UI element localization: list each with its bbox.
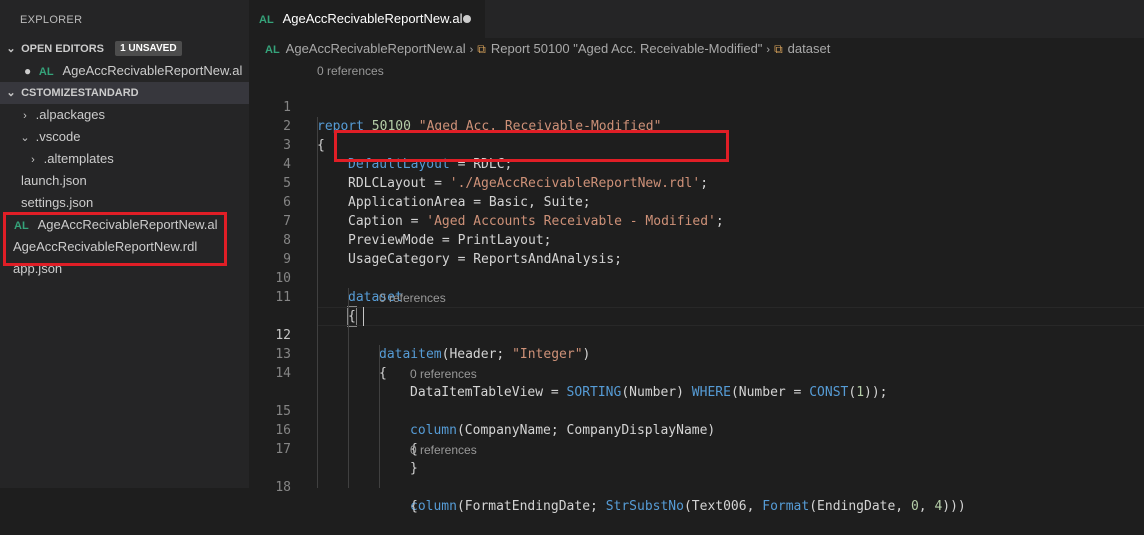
- code-line: 9: [249, 231, 1144, 267]
- code-text: column(FormatEndingDate; StrSubstNo(Text…: [410, 499, 966, 514]
- tab-label: AgeAccRecivableReportNew.al: [282, 11, 463, 26]
- open-editor-item[interactable]: ● AL AgeAccRecivableReportNew.al: [0, 60, 249, 82]
- workspace-label: CSTOMIZESTANDARD: [21, 87, 139, 99]
- code-line: 11 {: [249, 269, 1144, 327]
- code-line: 1 report 50100 "Aged Acc. Receivable-Mod…: [249, 79, 1144, 134]
- open-editors-label: OPEN EDITORS: [21, 43, 104, 55]
- indent-guide: [348, 288, 349, 488]
- tree-item-label: .altemplates: [43, 151, 114, 166]
- chevron-down-icon: ⌄: [6, 87, 16, 99]
- chevron-right-icon: ›: [766, 44, 771, 56]
- workspace-section[interactable]: ⌄ CSTOMIZESTANDARD: [0, 82, 249, 104]
- code-line: 8 UsageCategory = ReportsAndAnalysis;: [249, 212, 1144, 267]
- line-number: 17: [275, 442, 291, 457]
- structure-icon: ⧉: [477, 42, 486, 56]
- line-number: 11: [275, 290, 291, 305]
- explorer-sidebar: EXPLORER ⌄ OPEN EDITORS 1 UNSAVED ● AL A…: [0, 0, 249, 488]
- open-editor-filename: AgeAccRecivableReportNew.al: [62, 63, 243, 78]
- code-line: 10 dataset: [249, 250, 1144, 305]
- line-number: 14: [275, 366, 291, 381]
- structure-icon: ⧉: [774, 42, 783, 56]
- chevron-right-icon: ›: [23, 110, 27, 122]
- tree-item-label: .alpackages: [35, 107, 106, 122]
- tree-item-alpackages[interactable]: › .alpackages: [0, 104, 249, 126]
- breadcrumb-file[interactable]: AgeAccRecivableReportNew.al: [286, 41, 466, 56]
- highlight-box-files: [3, 212, 227, 266]
- code-line: 13 {: [249, 326, 1144, 381]
- unsaved-badge: 1 UNSAVED: [115, 41, 182, 56]
- tab-bar: AL AgeAccRecivableReportNew.al: [249, 0, 1144, 38]
- al-file-icon: AL: [259, 14, 274, 26]
- tree-item-altemplates[interactable]: › .altemplates: [0, 148, 249, 170]
- code-line: 14 DataItemTableView = SORTING(Number) W…: [249, 345, 1144, 400]
- chevron-right-icon: ›: [31, 154, 35, 166]
- explorer-title: EXPLORER: [20, 14, 83, 26]
- indent-guide: [317, 117, 318, 488]
- code-text: {: [410, 499, 418, 514]
- tree-item-settings-json[interactable]: settings.json: [0, 192, 249, 214]
- breadcrumb-symbol[interactable]: Report 50100 "Aged Acc. Receivable-Modif…: [491, 41, 763, 56]
- indent-guide-active: [363, 307, 364, 326]
- al-file-icon: AL: [38, 66, 54, 78]
- chevron-down-icon: ⌄: [6, 43, 16, 55]
- breadcrumb-member[interactable]: dataset: [788, 41, 831, 56]
- highlight-box-rdlclayout: [334, 130, 729, 162]
- al-file-icon: AL: [265, 44, 280, 56]
- codelens-references[interactable]: 0 references: [379, 289, 446, 308]
- open-editors-section[interactable]: ⌄ OPEN EDITORS 1 UNSAVED: [0, 38, 249, 60]
- code-text: {: [379, 366, 387, 381]
- chevron-right-icon: ›: [469, 44, 474, 56]
- indent-guide: [379, 345, 380, 488]
- code-line: 15 column(CompanyName; CompanyDisplayNam…: [249, 383, 1144, 438]
- code-line: 6 Caption = 'Aged Accounts Receivable - …: [249, 174, 1144, 229]
- tree-item-label: launch.json: [21, 173, 87, 188]
- codelens-references[interactable]: 0 references: [410, 365, 477, 384]
- tree-item-label: settings.json: [21, 195, 94, 210]
- tree-item-launch-json[interactable]: launch.json: [0, 170, 249, 192]
- code-line: 7 PreviewMode = PrintLayout;: [249, 193, 1144, 248]
- codelens-references[interactable]: 0 references: [410, 441, 477, 460]
- code-line: 18 column(FormatEndingDate; StrSubstNo(T…: [249, 459, 1144, 514]
- code-line: 12 dataitem(Header; "Integer"): [249, 307, 1144, 362]
- tree-item-label: .vscode: [35, 129, 81, 144]
- unsaved-dot-icon[interactable]: [463, 15, 471, 23]
- tree-item-vscode[interactable]: ⌄ .vscode: [0, 126, 249, 148]
- code-line: 2 {: [249, 98, 1144, 153]
- chevron-down-icon: ⌄: [20, 132, 30, 144]
- code-line: 16 {: [249, 402, 1144, 457]
- unsaved-dot-icon[interactable]: ●: [24, 64, 31, 78]
- code-editor[interactable]: 0 references 1 report 50100 "Aged Acc. R…: [249, 60, 1144, 514]
- breadcrumb: AL AgeAccRecivableReportNew.al › ⧉ Report 50…: [249, 38, 1144, 60]
- editor-tab[interactable]: AL AgeAccRecivableReportNew.al: [249, 0, 485, 38]
- code-line: 17 }: [249, 421, 1144, 476]
